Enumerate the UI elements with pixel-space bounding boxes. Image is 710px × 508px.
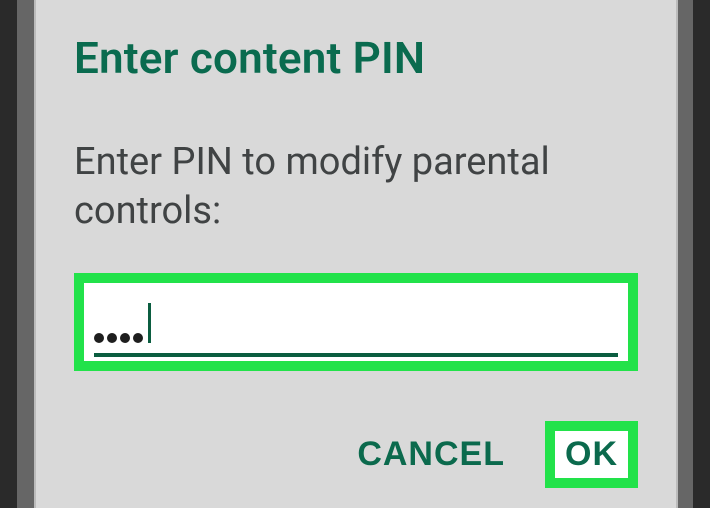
pin-value-masked xyxy=(94,305,618,343)
pin-dot-icon xyxy=(94,333,104,343)
pin-dot-icon xyxy=(107,333,117,343)
dialog-title: Enter content PIN xyxy=(74,32,638,84)
cancel-button[interactable]: CANCEL xyxy=(357,435,505,474)
input-underline xyxy=(94,353,618,357)
dialog-actions: CANCEL OK xyxy=(74,421,638,488)
status-bar-right xyxy=(693,0,710,508)
pin-dot-icon xyxy=(120,333,130,343)
highlight-ok-button: OK xyxy=(545,421,638,488)
ok-button[interactable]: OK xyxy=(555,431,628,478)
status-bar-left xyxy=(0,0,17,508)
highlight-pin-input xyxy=(74,273,638,371)
text-cursor-icon xyxy=(148,303,151,343)
pin-dot-icon xyxy=(133,333,143,343)
pin-input[interactable] xyxy=(84,283,628,361)
dialog-message: Enter PIN to modify parental controls: xyxy=(74,138,638,235)
pin-dialog: Enter content PIN Enter PIN to modify pa… xyxy=(36,0,676,508)
